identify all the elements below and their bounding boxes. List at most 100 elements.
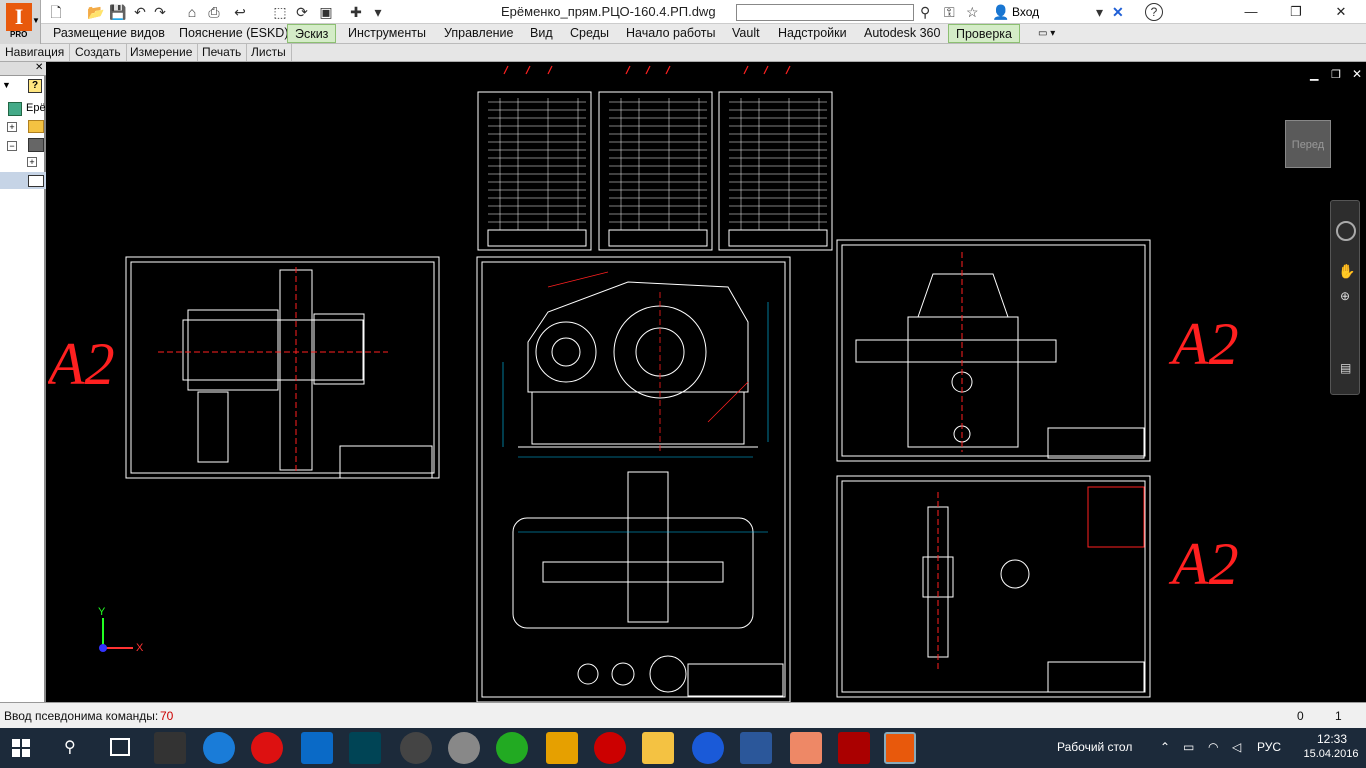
- maximize-icon[interactable]: ❐: [1331, 68, 1341, 81]
- favorites-icon[interactable]: ☆: [966, 3, 979, 21]
- expand-icon[interactable]: +: [7, 122, 17, 132]
- exchange-icon[interactable]: ✕: [1112, 3, 1124, 21]
- chevron-down-icon[interactable]: ▼: [2, 80, 11, 90]
- binoculars-icon[interactable]: ⚲: [920, 3, 930, 21]
- clock-time[interactable]: 12:33: [1307, 732, 1357, 746]
- redo-icon[interactable]: ↷: [151, 3, 169, 21]
- steering-wheel-icon[interactable]: [1336, 221, 1356, 241]
- chevron-down-icon[interactable]: ▾: [1096, 3, 1103, 21]
- sheet-size-label: A2: [48, 331, 115, 397]
- navigation-bar: ✋ ⊕ ▤: [1330, 200, 1360, 395]
- command-line[interactable]: Ввод псевдонима команды: 70 0 1: [0, 702, 1366, 728]
- tab-view-placement[interactable]: Размещение видов: [46, 24, 172, 43]
- tab-annotation[interactable]: Пояснение (ESKD): [172, 24, 296, 43]
- command-input-value[interactable]: 70: [160, 709, 173, 723]
- panel-sheets[interactable]: Листы: [246, 44, 292, 61]
- tab-environments[interactable]: Среды: [563, 24, 616, 43]
- task-view-icon[interactable]: [110, 738, 130, 756]
- word-icon[interactable]: [740, 732, 772, 764]
- app-menu-button[interactable]: I PRO ▼: [0, 0, 41, 44]
- panel-print[interactable]: Печать: [197, 44, 248, 61]
- edge-icon[interactable]: [301, 732, 333, 764]
- open-folder-icon[interactable]: 📂: [87, 3, 105, 21]
- axis-x-label: X: [136, 642, 144, 654]
- ribbon-display-chevron-icon[interactable]: ▭ ▾: [1031, 24, 1062, 43]
- tab-inspect[interactable]: Проверка: [948, 24, 1020, 43]
- select-icon[interactable]: ⬚: [271, 3, 289, 21]
- opera-icon[interactable]: [251, 732, 283, 764]
- collapse-icon[interactable]: −: [7, 141, 17, 151]
- update-icon[interactable]: ⟳: [293, 3, 311, 21]
- save-icon[interactable]: 💾: [109, 3, 127, 21]
- panel-navigation[interactable]: Навигация: [0, 44, 71, 61]
- home-icon[interactable]: ⌂: [183, 3, 201, 21]
- internet-explorer-icon[interactable]: [203, 732, 235, 764]
- tab-vault[interactable]: Vault: [725, 24, 767, 43]
- input-language[interactable]: РУС: [1257, 740, 1281, 754]
- sheet-icon: [28, 138, 44, 152]
- help-icon[interactable]: ?: [1145, 3, 1163, 21]
- close-icon[interactable]: ✕: [1326, 2, 1356, 22]
- pan-hand-icon[interactable]: ✋: [1338, 263, 1355, 280]
- new-file-icon[interactable]: 🗋: [47, 3, 65, 21]
- chrome-icon[interactable]: [496, 732, 528, 764]
- viewcube[interactable]: Перед: [1285, 120, 1331, 168]
- side-view-sheet: [836, 239, 1151, 462]
- expand-icon[interactable]: +: [27, 157, 37, 167]
- reader-icon[interactable]: [349, 732, 381, 764]
- tab-manage[interactable]: Управление: [437, 24, 521, 43]
- chevron-up-icon[interactable]: ⌃: [1160, 740, 1170, 754]
- system-tool-icon[interactable]: [448, 732, 480, 764]
- customize-chevron-icon[interactable]: ▾: [369, 3, 387, 21]
- add-icon[interactable]: ✚: [347, 3, 365, 21]
- browser-root-label[interactable]: Ерё: [26, 102, 46, 114]
- opera-browser-icon[interactable]: [594, 732, 626, 764]
- edition-label: PRO: [10, 30, 28, 39]
- help-icon[interactable]: ?: [28, 79, 42, 93]
- drawing-canvas[interactable]: A2 A2 A2 Y X ▁ ❐ ✕: [48, 62, 1366, 702]
- headphones-icon[interactable]: [400, 732, 432, 764]
- file-explorer-icon[interactable]: [642, 732, 674, 764]
- clock-date[interactable]: 15.04.2016: [1300, 748, 1362, 760]
- media-player-icon[interactable]: [790, 732, 822, 764]
- tab-view[interactable]: Вид: [523, 24, 560, 43]
- axis-y-label: Y: [98, 606, 106, 618]
- autocad-icon[interactable]: [838, 732, 870, 764]
- desktop-toolbar-label[interactable]: Рабочий стол: [1057, 740, 1132, 754]
- tab-addins[interactable]: Надстройки: [771, 24, 854, 43]
- tab-sketch[interactable]: Эскиз: [287, 24, 337, 43]
- windows-start-icon[interactable]: [12, 739, 30, 757]
- tab-autodesk-360[interactable]: Autodesk 360: [857, 24, 947, 43]
- document-title: Ерёменко_прям.РЦО-160.4.РП.dwg: [501, 4, 716, 19]
- calculator-icon[interactable]: [154, 732, 186, 764]
- return-icon[interactable]: ↩: [231, 3, 249, 21]
- ucs-triad: [99, 618, 133, 652]
- properties-icon[interactable]: ▣: [317, 3, 335, 21]
- search-input[interactable]: [736, 4, 914, 21]
- search-icon[interactable]: ⚲: [64, 737, 76, 757]
- panel-measure[interactable]: Измерение: [125, 44, 199, 61]
- panel-create[interactable]: Создать: [70, 44, 127, 61]
- tab-get-started[interactable]: Начало работы: [619, 24, 722, 43]
- volume-icon[interactable]: ◁: [1232, 740, 1241, 754]
- subscription-icon[interactable]: ⚿: [944, 3, 955, 21]
- tab-tools[interactable]: Инструменты: [341, 24, 433, 43]
- top-view-sheet: [125, 256, 440, 479]
- orbit-icon[interactable]: ▤: [1340, 361, 1351, 375]
- maximize-icon[interactable]: ❐: [1281, 2, 1311, 22]
- zoom-icon[interactable]: ⊕: [1340, 289, 1350, 303]
- battery-icon[interactable]: ▭: [1183, 740, 1194, 754]
- close-icon[interactable]: ✕: [35, 62, 43, 73]
- close-icon[interactable]: ✕: [1352, 67, 1362, 81]
- yandex-disk-icon[interactable]: [546, 732, 578, 764]
- undo-icon[interactable]: ↶: [131, 3, 149, 21]
- navigator-icon[interactable]: [692, 732, 724, 764]
- login-label[interactable]: Вход: [1012, 5, 1039, 19]
- user-icon[interactable]: 👤: [992, 3, 1009, 21]
- minimize-icon[interactable]: —: [1236, 2, 1266, 22]
- minimize-icon[interactable]: ▁: [1310, 68, 1318, 81]
- wifi-icon[interactable]: ◠: [1208, 740, 1218, 754]
- chevron-down-icon: ▼: [32, 16, 40, 25]
- inventor-taskbar-icon[interactable]: [884, 732, 916, 764]
- print-icon[interactable]: ⎙: [205, 3, 223, 21]
